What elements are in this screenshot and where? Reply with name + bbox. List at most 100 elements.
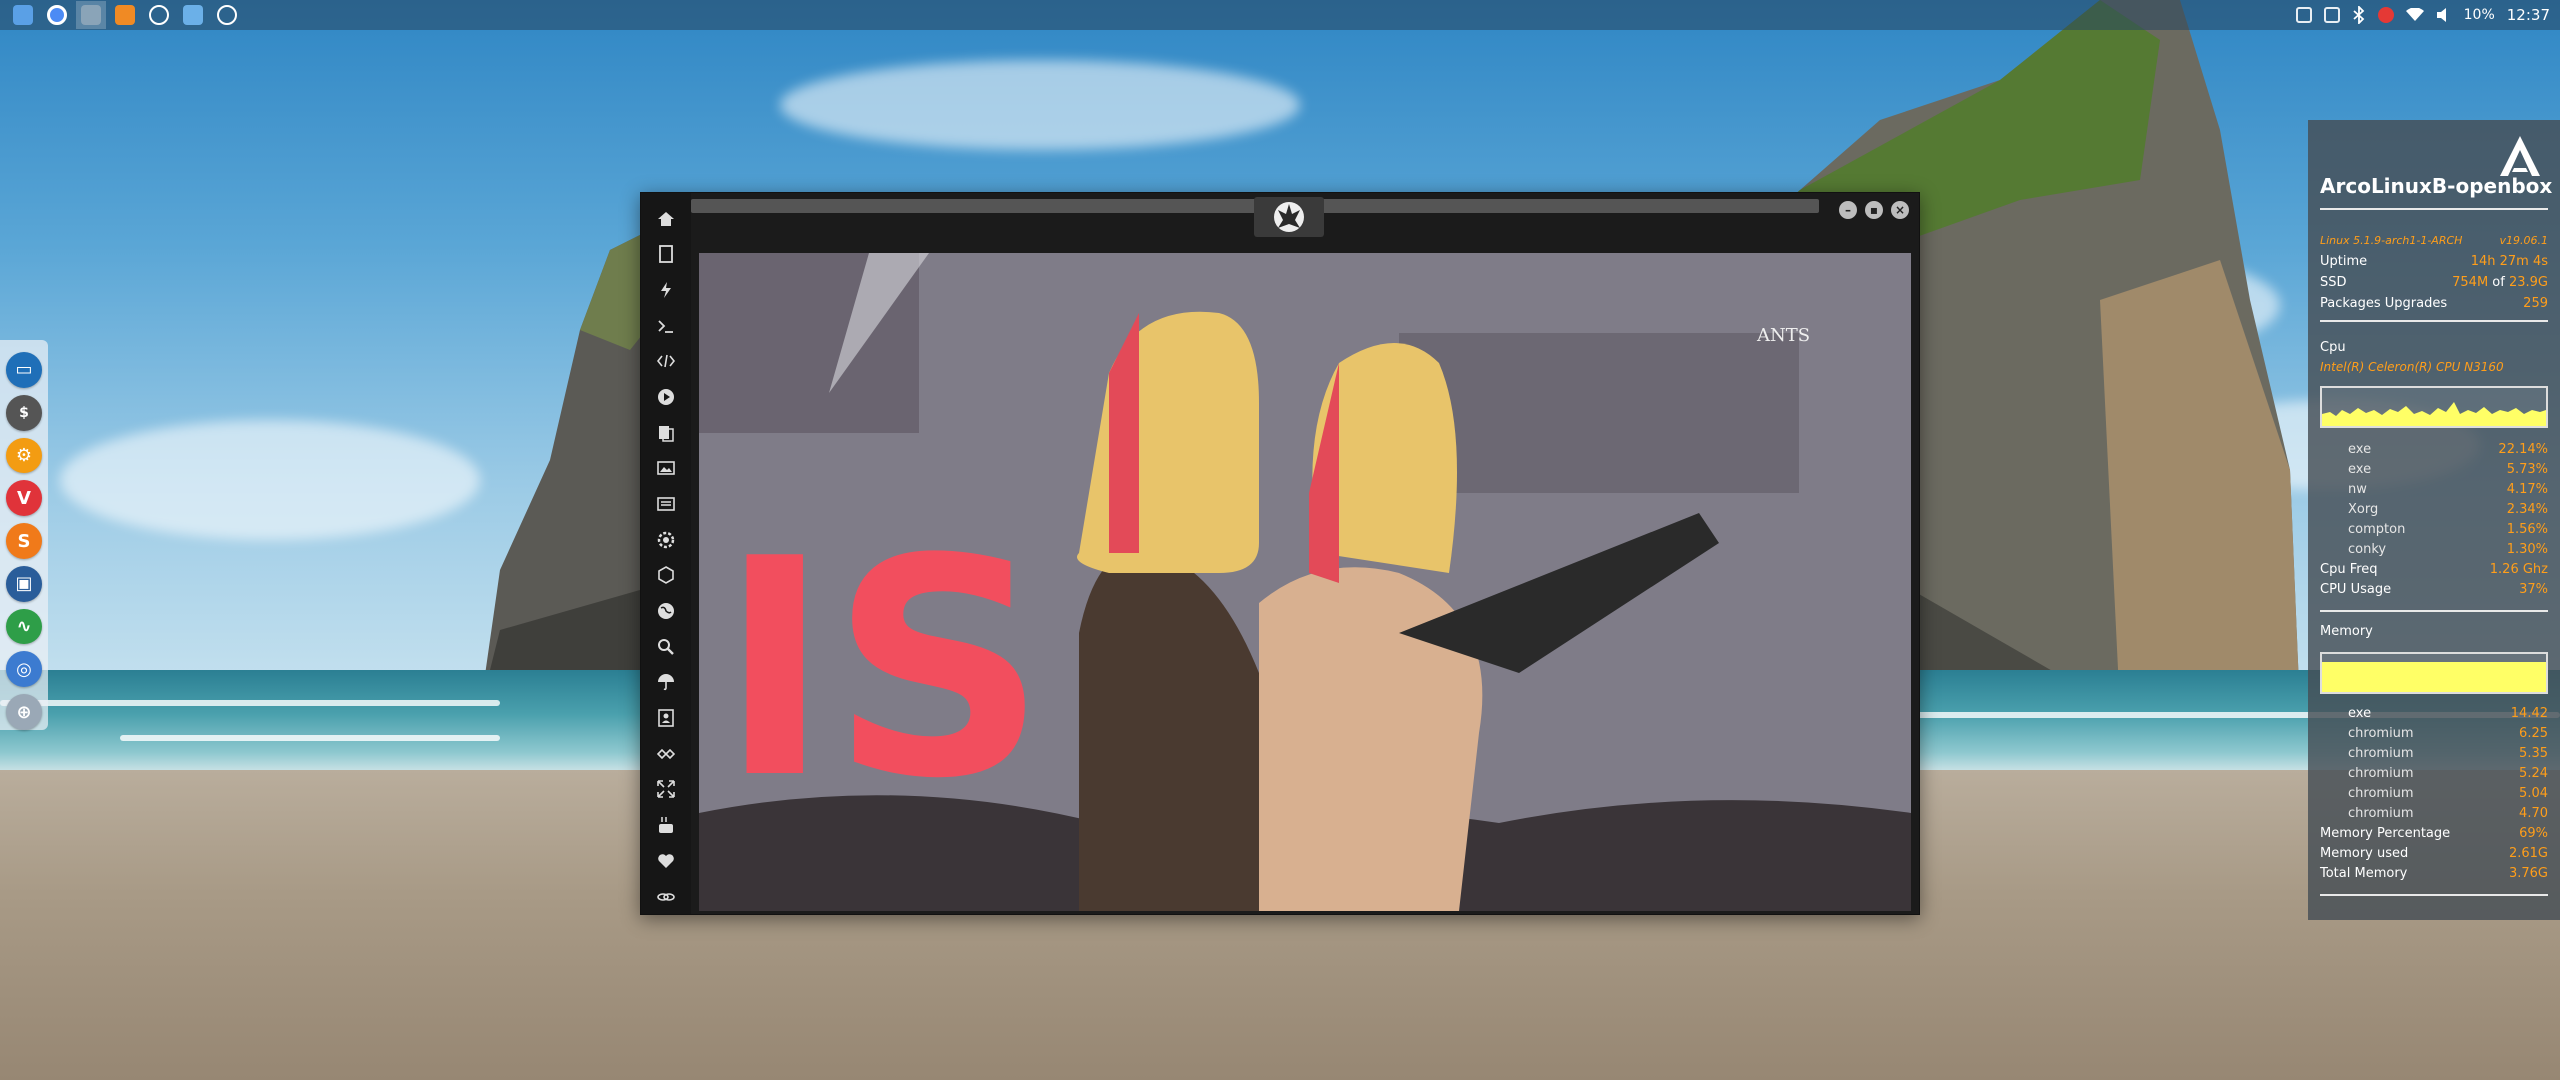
wallpaper-cloud <box>780 60 1300 150</box>
ssd-of: of <box>2492 275 2505 290</box>
distro-version: v19.06.1 <box>2499 234 2549 247</box>
wifi-icon[interactable] <box>2405 8 2424 22</box>
link-icon[interactable] <box>651 878 681 914</box>
total-memory-value: 3.76G <box>2508 866 2548 881</box>
hostname: ArcoLinuxB-openbox <box>2320 174 2553 198</box>
bluetooth-icon[interactable] <box>2352 6 2366 24</box>
chrome-icon[interactable]: ◎ <box>6 651 42 688</box>
conky-system-monitor: ArcoLinuxB-openbox Linux 5.1.9-arch1-1-A… <box>2308 120 2560 920</box>
cpu-graph <box>2320 386 2548 428</box>
left-dock: ▭ $ ⚙ V S ▣ ∿ ◎ ⊕ <box>0 340 48 731</box>
memory-process-row: chromium 6.25 <box>2348 726 2548 741</box>
tray-app-icon[interactable] <box>2295 7 2312 23</box>
cpu-process-row: exe 5.73% <box>2348 462 2548 477</box>
contact-icon[interactable] <box>651 700 681 736</box>
youtube-icon[interactable] <box>651 807 681 843</box>
minimize-button[interactable]: – <box>1839 201 1857 219</box>
workspace-icon[interactable] <box>76 1 106 29</box>
clock[interactable]: 12:37 <box>2507 6 2550 24</box>
news-icon[interactable] <box>651 486 681 522</box>
terminal-icon[interactable] <box>144 1 174 29</box>
image-icon[interactable] <box>651 451 681 487</box>
cpu-process-row: conky 1.30% <box>2348 542 2548 557</box>
volume-level: 10% <box>2463 7 2495 23</box>
ssd-value: 754M of 23.9G <box>2452 275 2548 290</box>
network-icon[interactable]: ⊕ <box>6 694 42 731</box>
memory-graph <box>2320 652 2548 694</box>
uptime-value: 14h 27m 4s <box>2470 254 2548 269</box>
globe-icon[interactable] <box>651 593 681 629</box>
volume-icon[interactable] <box>2436 7 2452 23</box>
cpu-freq-value: 1.26 Ghz <box>2489 562 2548 577</box>
memory-section-title: Memory <box>2320 624 2373 639</box>
divider <box>2320 610 2548 612</box>
screenshot-icon[interactable] <box>212 1 242 29</box>
play-icon[interactable] <box>651 379 681 415</box>
search-icon[interactable] <box>651 629 681 665</box>
divider <box>2320 320 2548 322</box>
code-icon[interactable] <box>651 344 681 380</box>
sync-icon[interactable] <box>651 736 681 772</box>
cpu-model: Intel(R) Celeron(R) CPU N3160 <box>2320 360 2504 374</box>
sublime-icon[interactable] <box>110 1 140 29</box>
cpu-usage-label: CPU Usage <box>2320 582 2392 597</box>
file-manager-icon[interactable] <box>8 1 38 29</box>
heart-icon[interactable] <box>651 843 681 879</box>
hexagon-icon[interactable] <box>651 558 681 594</box>
terminal-icon[interactable] <box>651 308 681 344</box>
tray-image-icon[interactable] <box>2323 7 2340 23</box>
memory-used-value: 2.61G <box>2508 846 2548 861</box>
divider <box>2320 208 2548 210</box>
divider <box>2320 894 2548 896</box>
workspace-icon[interactable]: ▣ <box>6 565 42 602</box>
cpu-process-row: Xorg 2.34% <box>2348 502 2548 517</box>
system-monitor-icon[interactable]: ∿ <box>6 608 42 645</box>
close-button[interactable]: × <box>1891 201 1909 219</box>
memory-used-label: Memory used <box>2320 846 2409 861</box>
rebel-alliance-icon[interactable] <box>1254 197 1324 237</box>
memory-process-row: exe 14.42 <box>2348 706 2548 721</box>
ssd-label: SSD <box>2320 275 2347 290</box>
arcolinux-logo-icon <box>2500 136 2540 176</box>
lightning-icon[interactable] <box>651 272 681 308</box>
video-frame[interactable]: IS ANTS <box>699 253 1911 911</box>
memory-percentage-value: 69% <box>2519 826 2548 841</box>
packages-value: 259 <box>2523 296 2548 311</box>
file-manager-icon[interactable]: ▭ <box>6 352 42 388</box>
memory-process-row: chromium 5.35 <box>2348 746 2548 761</box>
top-panel: 10% 12:37 <box>0 0 2560 30</box>
vivaldi-icon[interactable]: V <box>6 480 42 517</box>
home-icon[interactable] <box>651 201 681 237</box>
expand-icon[interactable] <box>651 772 681 808</box>
window-controls: – ▪ × <box>1839 201 1909 219</box>
svg-text:IS: IS <box>719 495 1047 844</box>
panel-launchers <box>0 1 242 29</box>
window-sidebar <box>641 193 691 914</box>
video-player-window[interactable]: – ▪ × IS ANTS <box>640 192 1920 915</box>
terminal-icon[interactable]: $ <box>6 394 42 431</box>
files-icon[interactable] <box>651 415 681 451</box>
video-scene: IS ANTS <box>699 253 1911 911</box>
wallpaper-cloud <box>60 420 480 540</box>
update-icon[interactable] <box>2377 7 2394 23</box>
maximize-button[interactable]: ▪ <box>1865 201 1883 219</box>
wallpaper-wave <box>120 735 500 741</box>
memory-process-row: chromium 5.24 <box>2348 766 2548 781</box>
memory-process-row: chromium 5.04 <box>2348 786 2548 801</box>
cpu-process-row: compton 1.56% <box>2348 522 2548 537</box>
ssd-total: 23.9G <box>2508 275 2548 290</box>
chrome-icon[interactable] <box>42 1 72 29</box>
system-tray: 10% 12:37 <box>2295 0 2550 30</box>
settings-icon[interactable] <box>651 522 681 558</box>
sublime-icon[interactable]: S <box>6 523 42 559</box>
settings-icon[interactable]: ⚙ <box>6 437 42 474</box>
document-icon[interactable] <box>651 237 681 273</box>
folder-icon[interactable] <box>178 1 208 29</box>
video-watermark: ANTS <box>1756 325 1810 346</box>
cpu-process-row: exe 22.14% <box>2348 442 2548 457</box>
umbrella-icon[interactable] <box>651 665 681 701</box>
total-memory-label: Total Memory <box>2320 866 2408 881</box>
packages-label: Packages Upgrades <box>2320 296 2448 311</box>
wallpaper-wave <box>0 700 500 706</box>
cpu-section-title: Cpu <box>2320 340 2346 355</box>
